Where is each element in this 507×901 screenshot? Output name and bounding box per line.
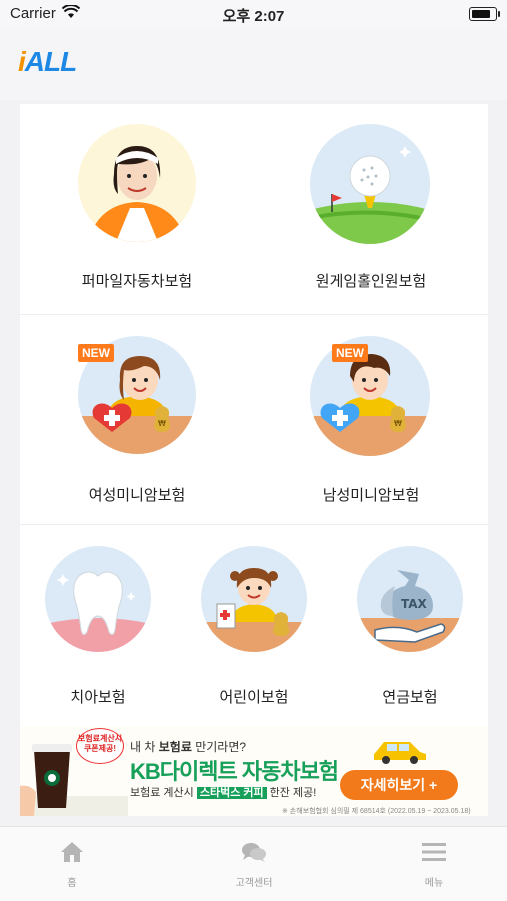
- man-heart-icon: ₩: [310, 336, 430, 456]
- bottom-tab-bar: 홈 고객센터 메뉴: [0, 826, 507, 901]
- kb-direct-car-banner[interactable]: 보험료계산시 쿠폰제공! 내 차 보험료 만기라면? KB다이렉트 자동차보험 보…: [20, 726, 488, 816]
- tooth-icon: [45, 546, 151, 652]
- child-icon: [201, 546, 307, 652]
- product-pension[interactable]: TAX 연금보험: [332, 524, 488, 726]
- tab-customer-center[interactable]: 고객센터: [204, 841, 304, 889]
- product-dental[interactable]: 치아보험: [20, 524, 176, 726]
- svg-text:TAX: TAX: [401, 597, 428, 611]
- new-badge: NEW: [78, 344, 114, 362]
- banner-subtitle: 내 차 보험료 만기라면?: [130, 740, 247, 754]
- battery-icon: [469, 7, 500, 21]
- product-label: 남성미니암보험: [322, 487, 420, 504]
- product-label: 원게임홀인원보험: [315, 273, 427, 290]
- svg-text:₩: ₩: [394, 419, 402, 428]
- tab-label: 홈: [67, 878, 77, 889]
- product-men-mini-cancer[interactable]: ₩ NEW 남성미니암보험: [254, 314, 488, 524]
- product-row-3: 치아보험 어린이보험 TAX 연금보험: [20, 524, 488, 726]
- product-row-2: ₩ NEW 여성미니암보험 ₩ NEW 남성미니암보험: [20, 314, 488, 525]
- woman-driver-icon: [78, 124, 196, 242]
- svg-text:₩: ₩: [158, 419, 166, 428]
- yellow-car-icon: [374, 742, 426, 764]
- banner-headline: KB다이렉트 자동차보험: [130, 759, 339, 784]
- tab-label: 고객센터: [235, 878, 273, 889]
- product-label: 연금보험: [382, 689, 438, 706]
- product-label: 퍼마일자동차보험: [81, 273, 193, 290]
- status-bar: Carrier 오후 2:07: [0, 0, 507, 28]
- product-hole-in-one[interactable]: 원게임홀인원보험: [254, 104, 488, 314]
- golf-ball-icon: [310, 124, 430, 244]
- app-header: iALL: [0, 28, 507, 100]
- iall-logo[interactable]: iALL: [18, 46, 77, 78]
- banner-fine-print: ※ 손해보험협회 심의필 제 68514호 (2022.05.19 ~ 2023…: [282, 808, 471, 815]
- product-label: 여성미니암보험: [88, 487, 186, 504]
- banner-promo-text: 보험료 계산시 스타벅스 커피 한잔 제공!: [130, 787, 317, 799]
- home-icon: [61, 842, 83, 862]
- status-time: 오후 2:07: [222, 8, 285, 25]
- product-women-mini-cancer[interactable]: ₩ NEW 여성미니암보험: [20, 314, 254, 524]
- tab-menu[interactable]: 메뉴: [384, 841, 484, 889]
- product-grid: 퍼마일자동차보험 원게임홀인원보험 ₩ NEW 여성미니암보험 ₩ NEW 남성…: [20, 104, 488, 726]
- tab-home[interactable]: 홈: [22, 841, 122, 889]
- tab-label: 메뉴: [424, 878, 444, 889]
- product-per-mile-car[interactable]: 퍼마일자동차보험: [20, 104, 254, 314]
- product-children[interactable]: 어린이보험: [176, 524, 332, 726]
- product-label: 어린이보험: [219, 689, 289, 706]
- detail-view-button[interactable]: 자세히보기 +: [340, 770, 458, 800]
- coupon-badge: 보험료계산시 쿠폰제공!: [76, 728, 124, 764]
- hamburger-menu-icon: [422, 843, 446, 861]
- new-badge: NEW: [332, 344, 368, 362]
- chat-bubbles-icon: [242, 843, 266, 862]
- product-label: 치아보험: [70, 689, 126, 706]
- tax-money-bag-icon: TAX: [357, 546, 463, 652]
- product-row-1: 퍼마일자동차보험 원게임홀인원보험: [20, 104, 488, 315]
